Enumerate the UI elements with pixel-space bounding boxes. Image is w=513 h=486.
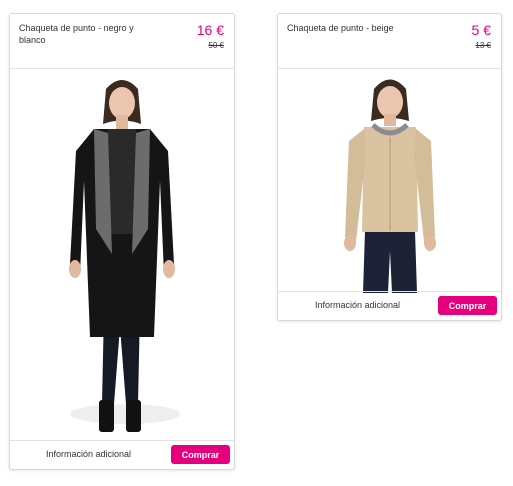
original-price: 13 €: [475, 41, 491, 50]
card-header: Chaqueta de punto - beige 5 € 13 €: [278, 14, 501, 69]
product-title[interactable]: Chaqueta de punto - negro y blanco: [19, 22, 149, 46]
product-image[interactable]: [10, 69, 234, 441]
product-title[interactable]: Chaqueta de punto - beige: [287, 22, 417, 34]
card-footer: Información adicional Comprar: [278, 291, 501, 320]
current-price: 5 €: [471, 22, 491, 38]
product-image[interactable]: [278, 69, 501, 293]
buy-button[interactable]: Comprar: [438, 296, 497, 315]
card-footer: Información adicional Comprar: [10, 440, 234, 469]
product-card: Chaqueta de punto - beige 5 € 13 € Infor…: [277, 13, 502, 321]
more-info-link[interactable]: Información adicional: [315, 300, 400, 310]
more-info-link[interactable]: Información adicional: [46, 449, 131, 459]
current-price: 16 €: [196, 22, 224, 38]
card-header: Chaqueta de punto - negro y blanco 16 € …: [10, 14, 234, 69]
product-card: Chaqueta de punto - negro y blanco 16 € …: [9, 13, 235, 470]
buy-button[interactable]: Comprar: [171, 445, 230, 464]
original-price: 50 €: [208, 41, 224, 50]
